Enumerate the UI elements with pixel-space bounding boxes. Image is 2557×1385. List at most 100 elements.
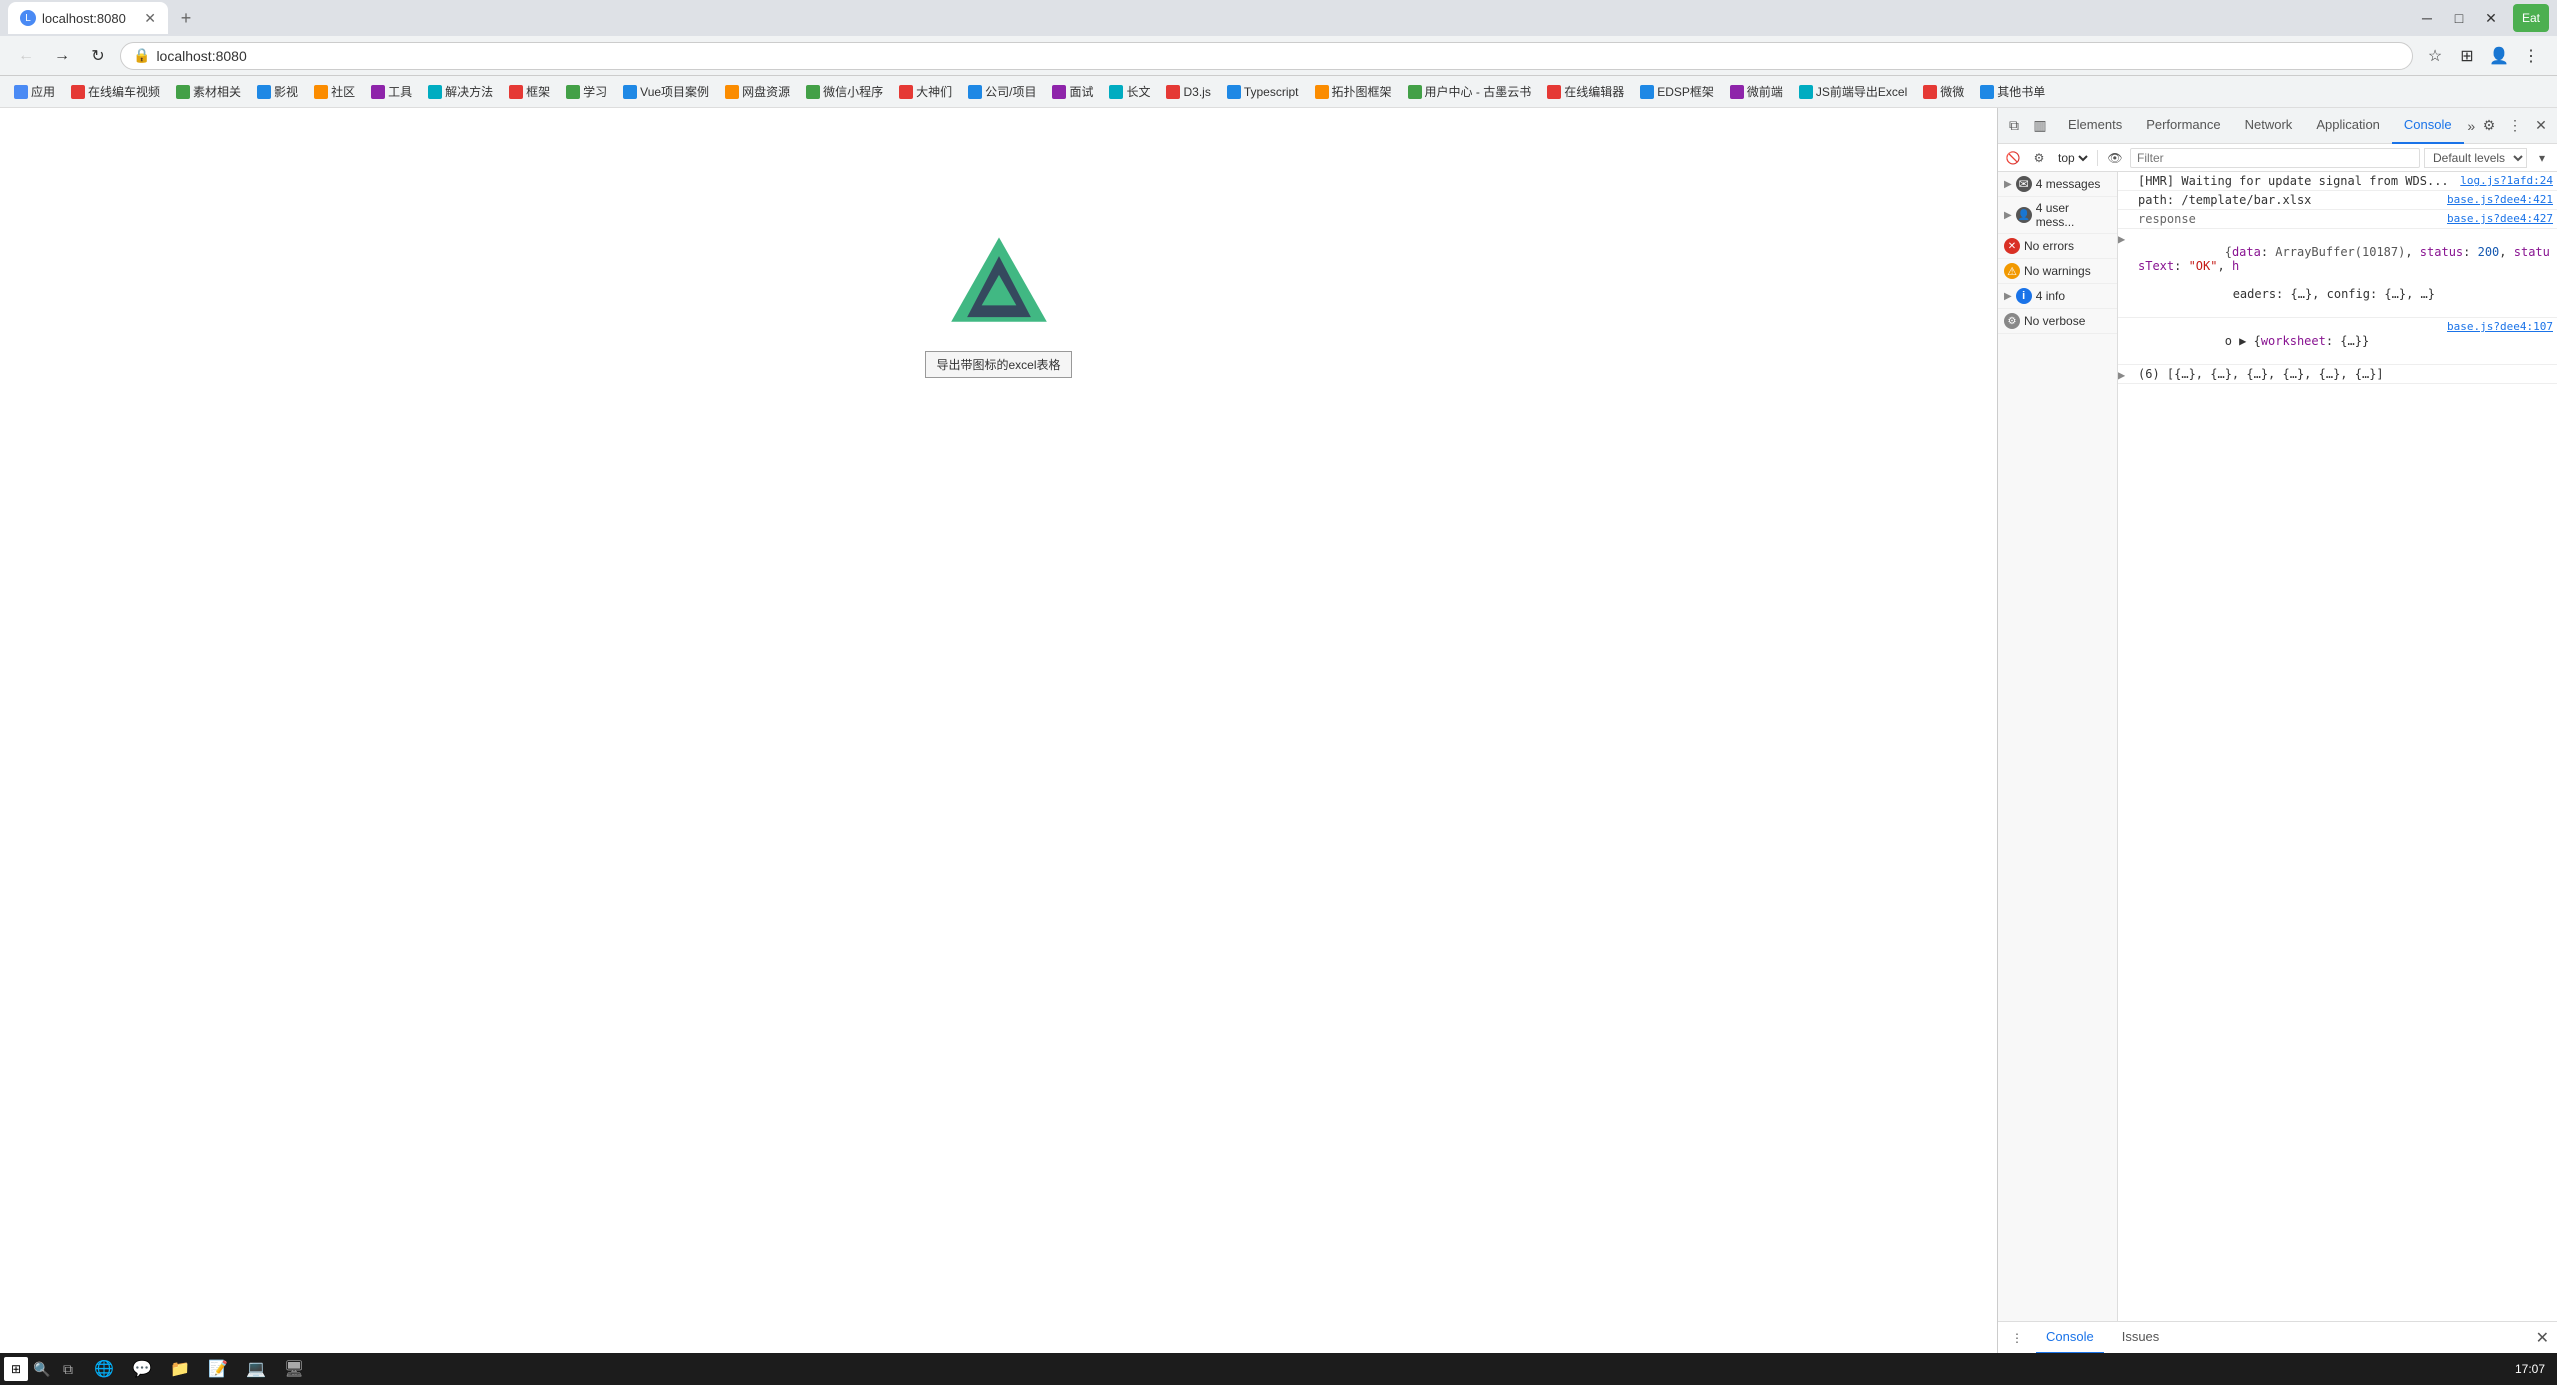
minimize-button[interactable]: ─	[2413, 4, 2441, 32]
bookmark-interview[interactable]: 面试	[1046, 81, 1099, 102]
taskbar-app-3[interactable]: 📁	[162, 1353, 198, 1385]
log-entry: o ▶ {worksheet: {…}} base.js?dee4:107	[2118, 318, 2557, 365]
log-entry-content: path: /template/bar.xlsx	[2134, 191, 2443, 209]
bookmark-framework[interactable]: 框架	[503, 81, 556, 102]
context-selector[interactable]: top	[2054, 148, 2091, 168]
msg-group-warnings[interactable]: ⚠ No warnings	[1998, 259, 2117, 284]
bookmark-apps[interactable]: 应用	[8, 81, 61, 102]
bookmark-weibo[interactable]: 微微	[1917, 81, 1970, 102]
active-tab[interactable]: L localhost:8080 ✕	[8, 2, 168, 34]
bookmark-material[interactable]: 素材相关	[170, 81, 247, 102]
bookmark-netdisk[interactable]: 网盘资源	[719, 81, 796, 102]
msg-group-user[interactable]: ▶ 👤 4 user mess...	[1998, 197, 2117, 234]
tab-performance[interactable]: Performance	[2134, 108, 2232, 144]
entry-expand[interactable]	[2118, 191, 2134, 209]
eat-button[interactable]: Eat	[2513, 4, 2549, 32]
bookmark-movie[interactable]: 影视	[251, 81, 304, 102]
address-bar[interactable]: 🔒 localhost:8080	[120, 42, 2413, 70]
bottom-tab-issues[interactable]: Issues	[2112, 1322, 2170, 1354]
bottom-tab-console[interactable]: Console	[2036, 1322, 2104, 1354]
bookmark-solutions[interactable]: 解决方法	[422, 81, 499, 102]
devtools-dock-icon[interactable]: ⧉	[2002, 114, 2026, 138]
bookmark-video[interactable]: 在线编车视频	[65, 81, 166, 102]
tab-application[interactable]: Application	[2304, 108, 2392, 144]
bookmark-editor[interactable]: 在线编辑器	[1541, 81, 1630, 102]
tab-elements[interactable]: Elements	[2056, 108, 2134, 144]
profile-button[interactable]: 👤	[2485, 42, 2513, 70]
bookmark-learning[interactable]: 学习	[560, 81, 613, 102]
extensions-button[interactable]: ⊞	[2453, 42, 2481, 70]
bookmark-icon	[1166, 85, 1180, 99]
nav-right-buttons: ☆ ⊞ 👤 ⋮	[2421, 42, 2545, 70]
more-button[interactable]: ⋮	[2517, 42, 2545, 70]
refresh-button[interactable]: ↻	[84, 42, 112, 70]
bookmark-community[interactable]: 社区	[308, 81, 361, 102]
back-button[interactable]: ←	[12, 42, 40, 70]
bookmark-jsexcel[interactable]: JS前端导出Excel	[1793, 81, 1913, 102]
entry-expand[interactable]	[2118, 318, 2134, 364]
level-settings-icon[interactable]: ▾	[2531, 147, 2553, 169]
entry-expand[interactable]: ▶	[2118, 365, 2134, 383]
devtools-settings-icon[interactable]: ⚙	[2477, 114, 2501, 138]
tab-console[interactable]: Console	[2392, 108, 2464, 144]
devtools-more-icon[interactable]: ⋮	[2503, 114, 2527, 138]
taskbar-app-6[interactable]: 🖥	[276, 1353, 312, 1385]
entry-expand[interactable]	[2118, 210, 2134, 228]
devtools-close-icon[interactable]: ✕	[2529, 114, 2553, 138]
clear-console-button[interactable]: 🚫	[2002, 147, 2024, 169]
taskbar-app-4[interactable]: 📝	[200, 1353, 236, 1385]
taskbar-app-1[interactable]: 🌐	[86, 1353, 122, 1385]
bookmark-microfrontend[interactable]: 微前端	[1724, 81, 1789, 102]
export-excel-button[interactable]: 导出带图标的excel表格	[925, 351, 1071, 378]
bookmark-icon	[1640, 85, 1654, 99]
forward-button[interactable]: →	[48, 42, 76, 70]
bottom-close-button[interactable]: ✕	[2536, 1328, 2549, 1348]
msg-group-errors[interactable]: ✕ No errors	[1998, 234, 2117, 259]
msg-group-all[interactable]: ▶ ✉ 4 messages	[1998, 172, 2117, 197]
more-tabs-button[interactable]: »	[2466, 114, 2477, 138]
console-settings-button[interactable]: ⚙	[2028, 147, 2050, 169]
taskbar-app-2[interactable]: 💬	[124, 1353, 160, 1385]
error-icon: ✕	[2004, 238, 2020, 254]
new-tab-button[interactable]: +	[172, 4, 200, 32]
level-selector[interactable]: Default levels	[2424, 148, 2527, 168]
taskbar-app-5[interactable]: 💻	[238, 1353, 274, 1385]
entry-expand[interactable]: ▶	[2118, 229, 2134, 317]
bookmark-usercenter[interactable]: 用户中心 - 古墨云书	[1402, 81, 1538, 102]
msg-group-info[interactable]: ▶ i 4 info	[1998, 284, 2117, 309]
bookmark-booklist[interactable]: 其他书单	[1974, 81, 2051, 102]
bookmark-d3js[interactable]: D3.js	[1160, 83, 1216, 101]
log-entry-source[interactable]: base.js?dee4:427	[2443, 210, 2557, 228]
tab-network[interactable]: Network	[2233, 108, 2305, 144]
log-entry-content: response	[2134, 210, 2443, 228]
eye-button[interactable]: 👁	[2104, 147, 2126, 169]
bookmark-tools[interactable]: 工具	[365, 81, 418, 102]
taskbar-apps: 🌐 💬 📁 📝 💻 🖥	[86, 1353, 312, 1385]
log-entry-content: (6) [{…}, {…}, {…}, {…}, {…}, {…}]	[2134, 365, 2557, 383]
maximize-button[interactable]: □	[2445, 4, 2473, 32]
bottom-more-icon[interactable]: ⋮	[2006, 1327, 2028, 1349]
log-entry-source[interactable]: log.js?1afd:24	[2456, 172, 2557, 190]
bookmark-typescript[interactable]: Typescript	[1221, 83, 1305, 101]
tab-close-button[interactable]: ✕	[144, 10, 156, 27]
bookmark-miniprogram[interactable]: 微信小程序	[800, 81, 889, 102]
star-button[interactable]: ☆	[2421, 42, 2449, 70]
bookmark-vue-examples[interactable]: Vue项目案例	[617, 81, 715, 102]
search-icon[interactable]: 🔍	[30, 1357, 54, 1381]
entry-expand[interactable]	[2118, 172, 2134, 190]
bookmark-edsp[interactable]: EDSP框架	[1634, 81, 1720, 102]
devtools-drawer-icon[interactable]: ▥	[2028, 114, 2052, 138]
filter-input[interactable]	[2130, 148, 2420, 168]
taskview-icon[interactable]: ⧉	[56, 1357, 80, 1381]
bookmark-icon	[623, 85, 637, 99]
bookmark-company[interactable]: 公司/项目	[962, 81, 1042, 102]
start-button[interactable]: ⊞	[4, 1357, 28, 1381]
bookmark-masters[interactable]: 大神们	[893, 81, 958, 102]
bookmark-longread[interactable]: 长文	[1103, 81, 1156, 102]
bookmark-topology[interactable]: 拓扑图框架	[1309, 81, 1398, 102]
log-entry-source[interactable]: base.js?dee4:421	[2443, 191, 2557, 209]
log-entry-source[interactable]: base.js?dee4:107	[2443, 318, 2557, 364]
msg-group-verbose[interactable]: ⚙ No verbose	[1998, 309, 2117, 334]
devtools-panel: ⧉ ▥ Elements Performance Network Applica…	[1997, 108, 2557, 1353]
window-close-button[interactable]: ✕	[2477, 4, 2505, 32]
